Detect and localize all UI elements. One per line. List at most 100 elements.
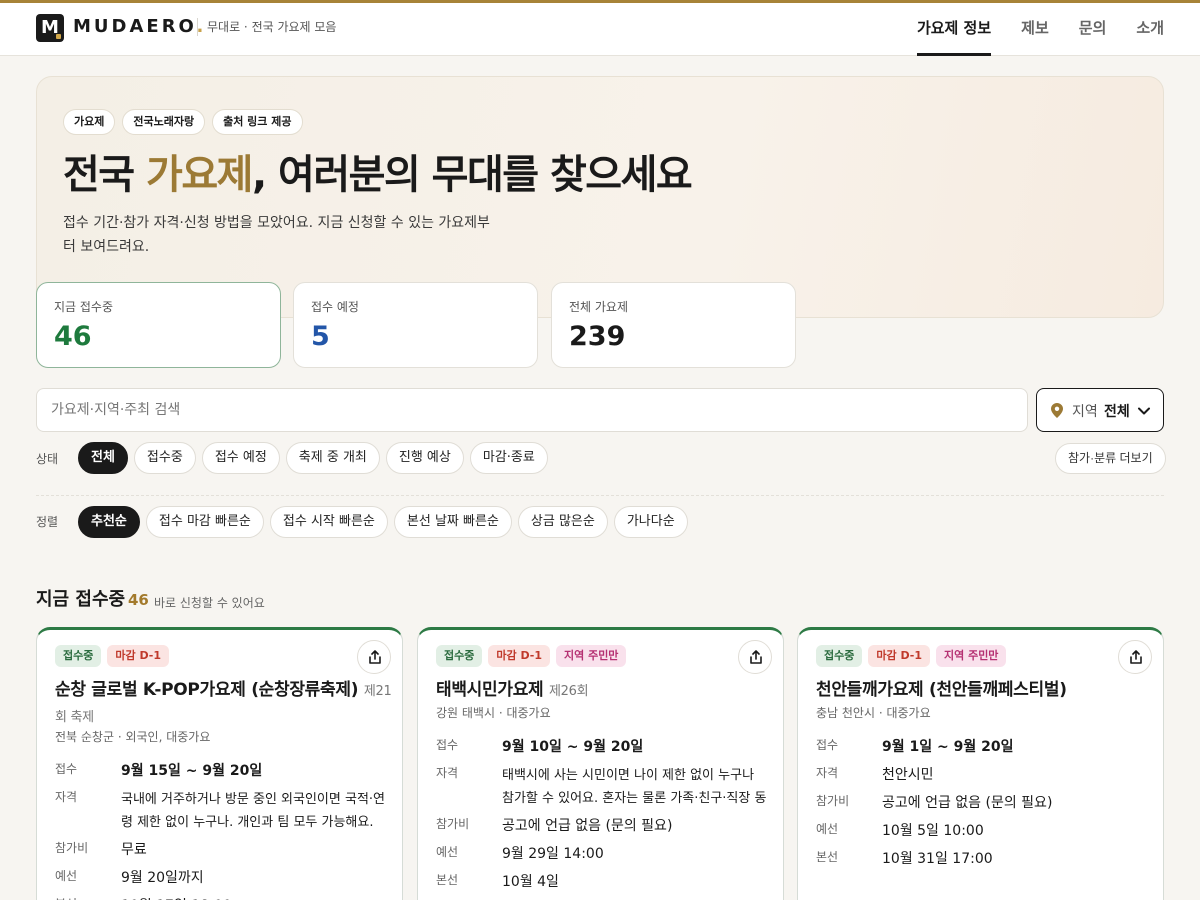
stat-value: 5 [311,321,330,352]
field-value: 9월 10일 ~ 9월 20일 [502,739,644,755]
stat-label: 접수 예정 [311,300,359,314]
festival-card[interactable]: 접수중 마감 D-1 지역 주민만 태백시민가요제 제26회 강원 태백시 · 대중가요… [417,627,784,900]
hero-chip: 전국노래자랑 [122,109,206,135]
field-label: 본선 [55,895,115,900]
stat-card-total[interactable]: 전체 가요제 239 [551,282,796,368]
more-filters-button[interactable]: 참가·분류 더보기 [1055,443,1166,474]
field-value: 무료 [121,842,147,858]
status-badge: 지역 주민만 [556,645,627,667]
share-button[interactable] [1118,640,1152,674]
chevron-down-icon [1138,407,1150,415]
card-meta: 전북 순창군 · 외국인, 대중가요 [55,730,211,744]
field-value: 9월 29일 14:00 [502,846,604,862]
sort-option-pill[interactable]: 추천순 [78,506,140,538]
stat-card-open-now[interactable]: 지금 접수중 46 [36,282,281,368]
sort-option-pill[interactable]: 가나다순 [613,506,688,538]
sort-option-pill[interactable]: 본선 날짜 빠른순 [393,506,512,538]
section-count: 46 [128,591,149,609]
share-icon [1130,650,1142,664]
field-value: 10월 31일 17:00 [882,851,993,867]
filter-divider [36,495,1164,496]
map-pin-icon [1051,403,1063,418]
field-label: 참가비 [55,841,89,855]
stat-value: 239 [569,321,626,352]
brand-name[interactable]: MUDAERO. [73,15,206,39]
status-badge: 접수중 [55,645,102,667]
status-filter-pill[interactable]: 전체 [78,442,128,474]
field-label: 접수 [55,762,78,776]
nav-item-inquiry[interactable]: 문의 [1079,3,1107,56]
nav-links: 가요제 정보 제보 문의 소개 [916,3,1164,56]
field-label: 자격 [816,766,839,780]
status-filter-pill[interactable]: 마감·종료 [469,442,548,474]
logo-mark-icon[interactable]: M [36,14,64,42]
card-badges: 접수중 마감 D-1 지역 주민만 [816,645,1007,667]
status-filter-pill[interactable]: 진행 예상 [385,442,464,474]
status-badge: 마감 D-1 [488,645,550,667]
status-badge: 접수중 [816,645,863,667]
status-badge: 마감 D-1 [868,645,930,667]
card-badges: 접수중 마감 D-1 [55,645,169,667]
field-value: 천안시민 [882,767,934,783]
field-label: 접수 [436,738,459,752]
festival-card[interactable]: 접수중 마감 D-1 순창 글로벌 K-POP가요제 (순창장류축제) 제21회 축… [36,627,403,900]
status-filter-pill[interactable]: 접수중 [133,442,196,474]
sort-option-pill[interactable]: 상금 많은순 [517,506,608,538]
card-edition: 제26회 [549,684,589,699]
status-filter-label: 상태 [36,452,59,466]
section-subtitle: 바로 신청할 수 있어요 [154,596,265,610]
sort-option-pill[interactable]: 접수 마감 빠른순 [145,506,264,538]
hero-description: 접수 기간·참가 자격·신청 방법을 모았어요. 지금 신청할 수 있는 가요제… [63,215,490,255]
stat-card-upcoming[interactable]: 접수 예정 5 [293,282,538,368]
hero-chip: 출처 링크 제공 [212,109,303,135]
status-badge: 마감 D-1 [107,645,169,667]
status-filter: 전체 접수중 접수 예정 축제 중 개최 진행 예상 마감·종료 [78,442,548,474]
hero-chips: 가요제 전국노래자랑 출처 링크 제공 [63,109,303,135]
field-value: 9월 15일 ~ 9월 20일 [121,763,263,779]
card-badges: 접수중 마감 D-1 지역 주민만 [436,645,627,667]
stat-value: 46 [54,321,92,352]
field-value: 공고에 언급 없음 (문의 필요) [502,818,673,834]
field-label: 참가비 [436,817,470,831]
status-filter-pill[interactable]: 접수 예정 [201,442,280,474]
share-icon [369,650,381,664]
brand-tagline: 무대로 · 전국 가요제 모음 [197,18,336,36]
festival-card[interactable]: 접수중 마감 D-1 지역 주민만천안들깨가요제 (천안들깨페스티벌) 충남 천안시 … [797,627,1164,900]
status-filter-pill[interactable]: 축제 중 개최 [285,442,380,474]
field-value: 10월 5일 10:00 [882,823,984,839]
share-button[interactable] [357,640,391,674]
field-value: 국내에 거주하거나 방문 중인 외국인이면 국적·연령 제한 없이 누구나. 개… [121,792,385,830]
card-title[interactable]: 천안들깨가요제 (천안들깨페스티벌) [816,678,1067,702]
nav-item-about[interactable]: 소개 [1136,3,1164,56]
field-value: 태백시에 사는 시민이면 나이 제한 없이 누구나 참가할 수 있어요. 혼자는… [502,768,767,806]
section-title: 지금 접수중 [36,589,126,610]
hero-title: 전국 가요제, 여러분의 무대를 찾으세요 [63,152,693,198]
field-value: 10월 4일 [502,874,559,890]
sort-option-pill[interactable]: 접수 시작 빠른순 [269,506,388,538]
share-icon [750,650,762,664]
card-meta: 충남 천안시 · 대중가요 [816,706,931,720]
nav-item-festival-info[interactable]: 가요제 정보 [916,3,992,56]
field-value: 공고에 언급 없음 (문의 필요) [882,795,1053,811]
card-title[interactable]: 순창 글로벌 K-POP가요제 (순창장류축제) 제21회 축제 [55,678,402,730]
share-button[interactable] [738,640,772,674]
field-label: 자격 [436,766,459,780]
field-label: 본선 [816,850,839,864]
card-title[interactable]: 태백시민가요제 제26회 [436,678,589,704]
field-label: 예선 [816,822,839,836]
search-input[interactable] [36,388,1028,432]
field-label: 접수 [816,738,839,752]
field-label: 자격 [55,790,78,804]
field-label: 참가비 [816,794,850,808]
status-badge: 지역 주민만 [936,645,1007,667]
sort-label: 정렬 [36,515,59,529]
field-value: 9월 20일까지 [121,870,204,886]
hero-chip: 가요제 [63,109,116,135]
region-select[interactable]: 지역 전체 [1036,388,1164,432]
region-label: 지역 [1072,404,1098,420]
status-badge: 접수중 [436,645,483,667]
nav-item-report[interactable]: 제보 [1021,3,1049,56]
stat-label: 지금 접수중 [54,300,114,314]
sort-options: 추천순 접수 마감 빠른순 접수 시작 빠른순 본선 날짜 빠른순 상금 많은순 가나다순 [78,506,688,538]
region-value: 전체 [1104,404,1130,420]
